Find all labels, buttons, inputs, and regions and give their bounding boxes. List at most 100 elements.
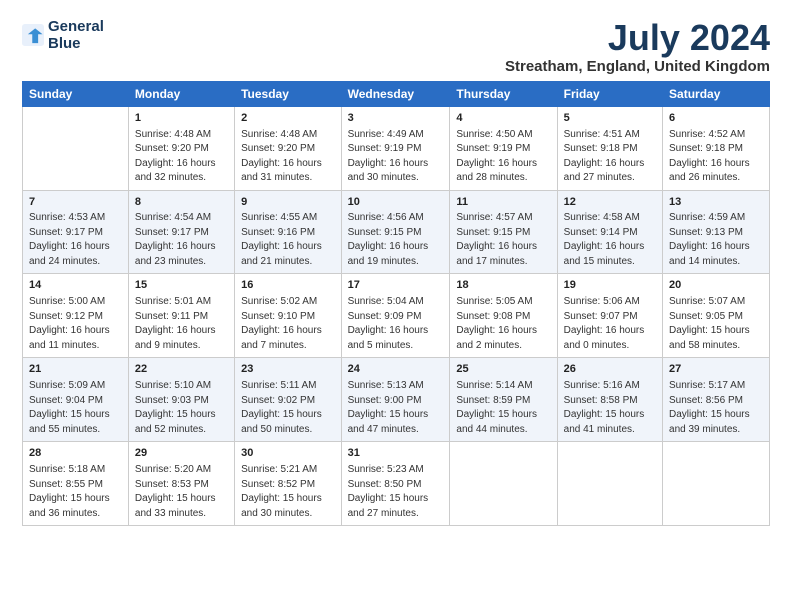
day-number: 24 bbox=[348, 362, 444, 378]
day-number: 19 bbox=[564, 278, 656, 294]
logo: General Blue bbox=[22, 18, 104, 53]
calendar-week-row: 28Sunrise: 5:18 AM Sunset: 8:55 PM Dayli… bbox=[23, 442, 770, 526]
calendar-cell bbox=[450, 442, 557, 526]
day-number: 9 bbox=[241, 195, 334, 211]
calendar-cell: 28Sunrise: 5:18 AM Sunset: 8:55 PM Dayli… bbox=[23, 442, 129, 526]
cell-info: Sunrise: 5:06 AM Sunset: 9:07 PM Dayligh… bbox=[564, 295, 656, 353]
day-number: 16 bbox=[241, 278, 334, 294]
cell-info: Sunrise: 5:07 AM Sunset: 9:05 PM Dayligh… bbox=[669, 295, 763, 353]
calendar-week-row: 1Sunrise: 4:48 AM Sunset: 9:20 PM Daylig… bbox=[23, 106, 770, 190]
calendar-cell bbox=[23, 106, 129, 190]
calendar-cell: 19Sunrise: 5:06 AM Sunset: 9:07 PM Dayli… bbox=[557, 274, 662, 358]
day-number: 7 bbox=[29, 195, 122, 211]
header-day-thursday: Thursday bbox=[450, 81, 557, 106]
cell-info: Sunrise: 4:53 AM Sunset: 9:17 PM Dayligh… bbox=[29, 211, 122, 269]
calendar-cell: 1Sunrise: 4:48 AM Sunset: 9:20 PM Daylig… bbox=[128, 106, 234, 190]
header-day-monday: Monday bbox=[128, 81, 234, 106]
cell-info: Sunrise: 4:57 AM Sunset: 9:15 PM Dayligh… bbox=[456, 211, 550, 269]
cell-info: Sunrise: 4:54 AM Sunset: 9:17 PM Dayligh… bbox=[135, 211, 228, 269]
cell-info: Sunrise: 5:11 AM Sunset: 9:02 PM Dayligh… bbox=[241, 379, 334, 437]
cell-info: Sunrise: 5:01 AM Sunset: 9:11 PM Dayligh… bbox=[135, 295, 228, 353]
calendar-cell bbox=[663, 442, 770, 526]
calendar-cell: 31Sunrise: 5:23 AM Sunset: 8:50 PM Dayli… bbox=[341, 442, 450, 526]
day-number: 12 bbox=[564, 195, 656, 211]
day-number: 20 bbox=[669, 278, 763, 294]
cell-info: Sunrise: 4:51 AM Sunset: 9:18 PM Dayligh… bbox=[564, 128, 656, 186]
cell-info: Sunrise: 4:48 AM Sunset: 9:20 PM Dayligh… bbox=[241, 128, 334, 186]
day-number: 8 bbox=[135, 195, 228, 211]
day-number: 3 bbox=[348, 111, 444, 127]
cell-info: Sunrise: 5:14 AM Sunset: 8:59 PM Dayligh… bbox=[456, 379, 550, 437]
calendar-week-row: 14Sunrise: 5:00 AM Sunset: 9:12 PM Dayli… bbox=[23, 274, 770, 358]
calendar-cell: 23Sunrise: 5:11 AM Sunset: 9:02 PM Dayli… bbox=[235, 358, 341, 442]
calendar-cell: 17Sunrise: 5:04 AM Sunset: 9:09 PM Dayli… bbox=[341, 274, 450, 358]
day-number: 29 bbox=[135, 446, 228, 462]
cell-info: Sunrise: 5:04 AM Sunset: 9:09 PM Dayligh… bbox=[348, 295, 444, 353]
cell-info: Sunrise: 5:09 AM Sunset: 9:04 PM Dayligh… bbox=[29, 379, 122, 437]
calendar-cell: 3Sunrise: 4:49 AM Sunset: 9:19 PM Daylig… bbox=[341, 106, 450, 190]
header-day-wednesday: Wednesday bbox=[341, 81, 450, 106]
calendar-cell: 22Sunrise: 5:10 AM Sunset: 9:03 PM Dayli… bbox=[128, 358, 234, 442]
location: Streatham, England, United Kingdom bbox=[505, 58, 770, 75]
day-number: 1 bbox=[135, 111, 228, 127]
cell-info: Sunrise: 5:18 AM Sunset: 8:55 PM Dayligh… bbox=[29, 463, 122, 521]
calendar-cell: 4Sunrise: 4:50 AM Sunset: 9:19 PM Daylig… bbox=[450, 106, 557, 190]
header: General Blue July 2024 Streatham, Englan… bbox=[22, 18, 770, 75]
day-number: 27 bbox=[669, 362, 763, 378]
calendar-cell: 29Sunrise: 5:20 AM Sunset: 8:53 PM Dayli… bbox=[128, 442, 234, 526]
calendar-cell: 14Sunrise: 5:00 AM Sunset: 9:12 PM Dayli… bbox=[23, 274, 129, 358]
calendar-header-row: SundayMondayTuesdayWednesdayThursdayFrid… bbox=[23, 81, 770, 106]
header-day-friday: Friday bbox=[557, 81, 662, 106]
calendar-cell: 5Sunrise: 4:51 AM Sunset: 9:18 PM Daylig… bbox=[557, 106, 662, 190]
calendar-cell: 8Sunrise: 4:54 AM Sunset: 9:17 PM Daylig… bbox=[128, 190, 234, 274]
cell-info: Sunrise: 5:23 AM Sunset: 8:50 PM Dayligh… bbox=[348, 463, 444, 521]
cell-info: Sunrise: 5:21 AM Sunset: 8:52 PM Dayligh… bbox=[241, 463, 334, 521]
header-day-tuesday: Tuesday bbox=[235, 81, 341, 106]
day-number: 5 bbox=[564, 111, 656, 127]
cell-info: Sunrise: 4:48 AM Sunset: 9:20 PM Dayligh… bbox=[135, 128, 228, 186]
logo-text: General Blue bbox=[48, 18, 104, 53]
day-number: 2 bbox=[241, 111, 334, 127]
cell-info: Sunrise: 5:13 AM Sunset: 9:00 PM Dayligh… bbox=[348, 379, 444, 437]
calendar-cell: 10Sunrise: 4:56 AM Sunset: 9:15 PM Dayli… bbox=[341, 190, 450, 274]
cell-info: Sunrise: 4:52 AM Sunset: 9:18 PM Dayligh… bbox=[669, 128, 763, 186]
calendar-cell: 26Sunrise: 5:16 AM Sunset: 8:58 PM Dayli… bbox=[557, 358, 662, 442]
cell-info: Sunrise: 4:58 AM Sunset: 9:14 PM Dayligh… bbox=[564, 211, 656, 269]
day-number: 10 bbox=[348, 195, 444, 211]
cell-info: Sunrise: 5:00 AM Sunset: 9:12 PM Dayligh… bbox=[29, 295, 122, 353]
cell-info: Sunrise: 5:10 AM Sunset: 9:03 PM Dayligh… bbox=[135, 379, 228, 437]
calendar-cell: 2Sunrise: 4:48 AM Sunset: 9:20 PM Daylig… bbox=[235, 106, 341, 190]
calendar-cell: 16Sunrise: 5:02 AM Sunset: 9:10 PM Dayli… bbox=[235, 274, 341, 358]
cell-info: Sunrise: 5:20 AM Sunset: 8:53 PM Dayligh… bbox=[135, 463, 228, 521]
day-number: 11 bbox=[456, 195, 550, 211]
day-number: 18 bbox=[456, 278, 550, 294]
cell-info: Sunrise: 5:17 AM Sunset: 8:56 PM Dayligh… bbox=[669, 379, 763, 437]
day-number: 23 bbox=[241, 362, 334, 378]
calendar-table: SundayMondayTuesdayWednesdayThursdayFrid… bbox=[22, 81, 770, 527]
cell-info: Sunrise: 4:50 AM Sunset: 9:19 PM Dayligh… bbox=[456, 128, 550, 186]
day-number: 17 bbox=[348, 278, 444, 294]
day-number: 6 bbox=[669, 111, 763, 127]
cell-info: Sunrise: 5:05 AM Sunset: 9:08 PM Dayligh… bbox=[456, 295, 550, 353]
day-number: 21 bbox=[29, 362, 122, 378]
calendar-week-row: 7Sunrise: 4:53 AM Sunset: 9:17 PM Daylig… bbox=[23, 190, 770, 274]
day-number: 25 bbox=[456, 362, 550, 378]
cell-info: Sunrise: 4:49 AM Sunset: 9:19 PM Dayligh… bbox=[348, 128, 444, 186]
month-title: July 2024 bbox=[505, 18, 770, 58]
cell-info: Sunrise: 4:56 AM Sunset: 9:15 PM Dayligh… bbox=[348, 211, 444, 269]
calendar-cell: 13Sunrise: 4:59 AM Sunset: 9:13 PM Dayli… bbox=[663, 190, 770, 274]
calendar-cell: 9Sunrise: 4:55 AM Sunset: 9:16 PM Daylig… bbox=[235, 190, 341, 274]
day-number: 28 bbox=[29, 446, 122, 462]
day-number: 14 bbox=[29, 278, 122, 294]
calendar-cell: 12Sunrise: 4:58 AM Sunset: 9:14 PM Dayli… bbox=[557, 190, 662, 274]
day-number: 15 bbox=[135, 278, 228, 294]
header-day-saturday: Saturday bbox=[663, 81, 770, 106]
calendar-cell: 30Sunrise: 5:21 AM Sunset: 8:52 PM Dayli… bbox=[235, 442, 341, 526]
title-area: July 2024 Streatham, England, United Kin… bbox=[505, 18, 770, 75]
page: General Blue July 2024 Streatham, Englan… bbox=[0, 0, 792, 538]
cell-info: Sunrise: 5:02 AM Sunset: 9:10 PM Dayligh… bbox=[241, 295, 334, 353]
logo-icon bbox=[22, 24, 44, 46]
calendar-cell: 15Sunrise: 5:01 AM Sunset: 9:11 PM Dayli… bbox=[128, 274, 234, 358]
calendar-cell: 25Sunrise: 5:14 AM Sunset: 8:59 PM Dayli… bbox=[450, 358, 557, 442]
header-day-sunday: Sunday bbox=[23, 81, 129, 106]
